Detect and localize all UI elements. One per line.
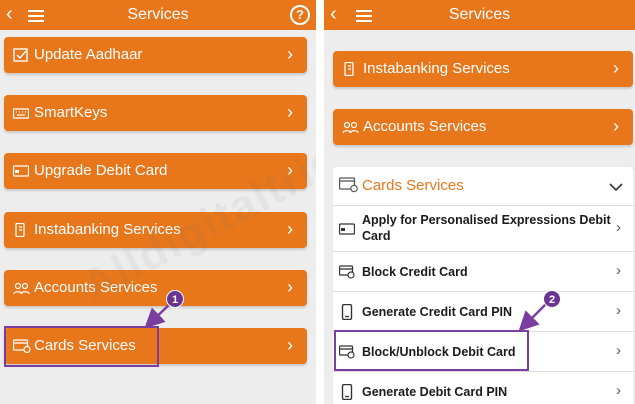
step-badge-1: 1 — [166, 290, 184, 308]
step-badge-2: 2 — [543, 290, 561, 308]
arrow-step2 — [518, 302, 548, 332]
annotation-arrows — [144, 301, 548, 332]
